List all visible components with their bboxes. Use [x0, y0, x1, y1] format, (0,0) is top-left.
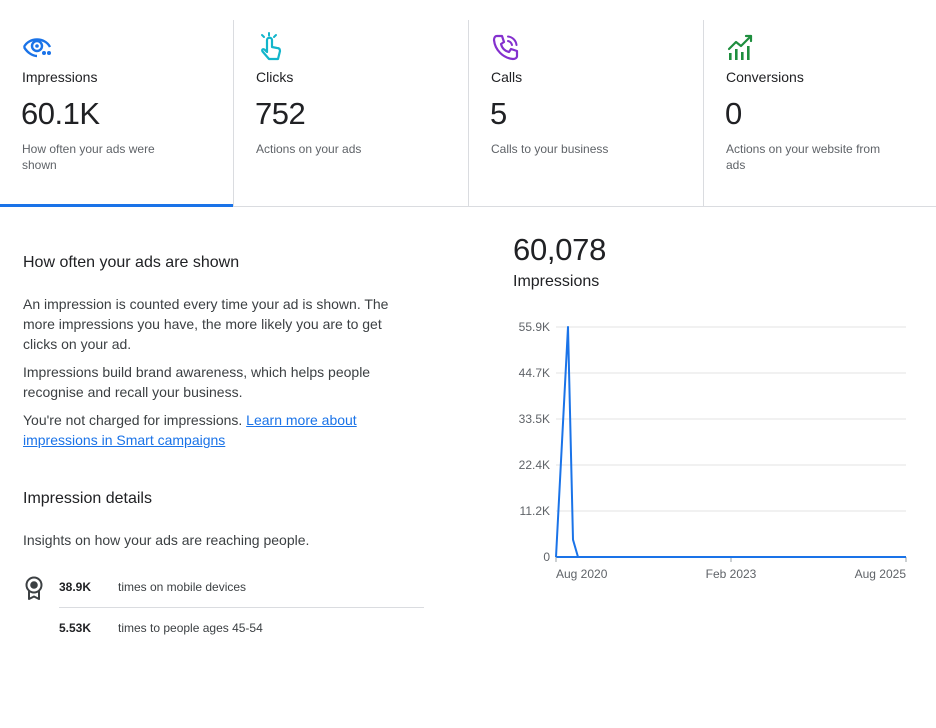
- metric-cards: Impressions 60.1K How often your ads wer…: [0, 0, 936, 207]
- phone-icon: [491, 32, 521, 62]
- metric-value: 60.1K: [21, 96, 100, 131]
- metric-description: Calls to your business: [491, 142, 609, 156]
- metric-card-clicks[interactable]: Clicks 752 Actions on your ads: [233, 20, 469, 206]
- y-tick-label: 22.4K: [519, 458, 550, 472]
- impressions-line-chart[interactable]: 55.9K 44.7K 33.5K 22.4K 11.2K 0 Aug 2020 Feb 20…: [500, 310, 920, 590]
- detail-row: 5.53K times to people ages 45-54: [23, 617, 424, 657]
- detail-value: 38.9K: [59, 580, 92, 594]
- impressions-series-line: [555, 326, 906, 558]
- detail-text: times to people ages 45-54: [118, 621, 263, 635]
- metric-value: 752: [255, 96, 306, 131]
- y-tick-label: 44.7K: [519, 366, 550, 380]
- metric-description: Actions on your ads: [256, 142, 362, 156]
- metric-card-calls[interactable]: Calls 5 Calls to your business: [468, 20, 704, 206]
- detail-row: 38.9K times on mobile devices: [23, 576, 424, 616]
- y-tick-label: 11.2K: [520, 504, 550, 518]
- eye-icon: [22, 32, 52, 62]
- x-tick-label: Aug 2025: [855, 567, 907, 581]
- y-tick-label: 55.9K: [519, 320, 550, 334]
- y-tick-label: 0: [543, 550, 550, 564]
- detail-value: 5.53K: [59, 621, 92, 635]
- explanation-paragraph: You're not charged for impressions. Lear…: [23, 410, 393, 450]
- growth-chart-icon: [726, 32, 756, 62]
- metric-label: Impressions: [22, 69, 98, 85]
- metric-description: Actions on your website from ads: [726, 142, 881, 172]
- impressions-total: 60,078: [513, 232, 607, 267]
- section-title: How often your ads are shown: [23, 254, 240, 271]
- row-divider: [59, 607, 424, 608]
- details-subtitle: Insights on how your ads are reaching pe…: [23, 532, 310, 548]
- metric-card-impressions[interactable]: Impressions 60.1K How often your ads wer…: [0, 20, 234, 207]
- metric-description: How often your ads were shown: [22, 142, 155, 172]
- award-icon: [23, 576, 45, 600]
- active-tab-indicator: [0, 204, 233, 207]
- explanation-paragraph: Impressions build brand awareness, which…: [23, 364, 371, 400]
- metric-label: Clicks: [256, 69, 294, 85]
- y-tick-label: 33.5K: [519, 412, 550, 426]
- impressions-total-label: Impressions: [513, 273, 600, 290]
- tap-icon: [256, 32, 286, 62]
- x-tick-label: Aug 2020: [556, 567, 608, 581]
- metric-label: Conversions: [726, 69, 804, 85]
- explanation-text: You're not charged for impressions.: [23, 412, 247, 428]
- metric-value: 0: [725, 96, 742, 131]
- x-tick-label: Feb 2023: [706, 567, 757, 581]
- metric-value: 5: [490, 96, 507, 131]
- detail-text: times on mobile devices: [118, 580, 247, 594]
- explanation-paragraph: An impression is counted every time your…: [23, 296, 389, 352]
- metric-card-conversions[interactable]: Conversions 0 Actions on your website fr…: [703, 20, 936, 206]
- section-title: Impression details: [23, 490, 152, 507]
- metric-label: Calls: [491, 69, 523, 85]
